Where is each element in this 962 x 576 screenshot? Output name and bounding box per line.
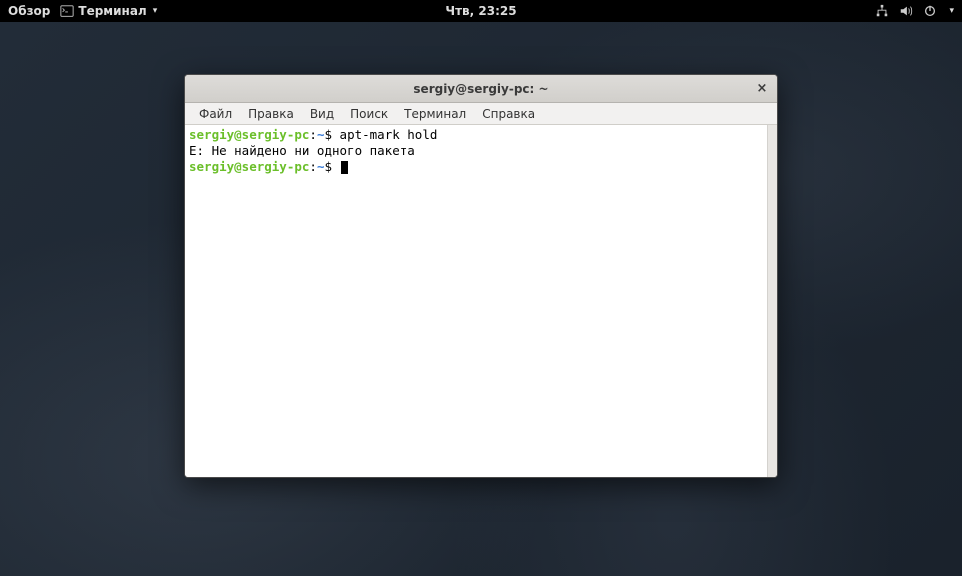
window-close-button[interactable]: × <box>753 80 771 98</box>
terminal-scrollbar[interactable] <box>767 125 777 477</box>
window-titlebar[interactable]: sergiy@sergiy-pc: ~ × <box>185 75 777 103</box>
terminal-icon <box>60 4 74 18</box>
terminal-body[interactable]: sergiy@sergiy-pc:~$ apt-mark holdE: Не н… <box>185 125 777 477</box>
terminal-window: sergiy@sergiy-pc: ~ × Файл Правка Вид По… <box>184 74 778 478</box>
menu-file[interactable]: Файл <box>191 105 240 123</box>
window-title: sergiy@sergiy-pc: ~ <box>413 82 548 96</box>
terminal-line-2: E: Не найдено ни одного пакета <box>189 143 773 159</box>
menu-search[interactable]: Поиск <box>342 105 396 123</box>
terminal-line-3: sergiy@sergiy-pc:~$ <box>189 159 773 175</box>
app-menu-label: Терминал <box>78 4 146 18</box>
terminal-line-1: sergiy@sergiy-pc:~$ apt-mark hold <box>189 127 773 143</box>
app-menu[interactable]: Терминал ▾ <box>60 4 157 18</box>
terminal-cursor <box>341 161 348 174</box>
menu-terminal[interactable]: Терминал <box>396 105 474 123</box>
system-menu-chevron-icon[interactable]: ▾ <box>949 6 954 16</box>
gnome-topbar: Обзор Терминал ▾ Чтв, 23:25 ▾ <box>0 0 962 22</box>
chevron-down-icon: ▾ <box>153 6 158 16</box>
menu-edit[interactable]: Правка <box>240 105 302 123</box>
terminal-menubar: Файл Правка Вид Поиск Терминал Справка <box>185 103 777 125</box>
clock[interactable]: Чтв, 23:25 <box>445 4 516 18</box>
power-icon[interactable] <box>923 4 937 18</box>
menu-help[interactable]: Справка <box>474 105 543 123</box>
menu-view[interactable]: Вид <box>302 105 342 123</box>
volume-icon[interactable] <box>899 4 913 18</box>
network-icon[interactable] <box>875 4 889 18</box>
close-icon: × <box>757 81 768 96</box>
activities-button[interactable]: Обзор <box>8 4 50 18</box>
